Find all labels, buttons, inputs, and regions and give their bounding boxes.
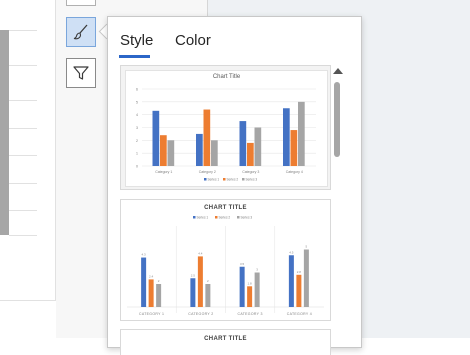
- category-label: CATEGORY 3: [238, 312, 263, 316]
- style-option-1[interactable]: Chart Title 0 1 2 3 4 5 6 Category 1 Category 2C…: [120, 65, 331, 190]
- row-line: [9, 30, 37, 31]
- data-label: 4.3: [142, 253, 147, 257]
- legend-swatch: [193, 216, 196, 219]
- legend-label: Series 3: [241, 216, 253, 220]
- bar: [203, 109, 211, 166]
- legend-label: Series 3: [246, 178, 258, 182]
- bar: [211, 140, 218, 166]
- bar: [303, 249, 309, 307]
- scroll-up-arrow-icon[interactable]: [333, 68, 343, 74]
- chart-elements-button[interactable]: [66, 0, 96, 6]
- row-line: [9, 210, 37, 211]
- chart-preview-2: Series 1 Series 2 Series 3 4.3 2.4 2 CATEGORY …: [127, 216, 324, 316]
- chart-styles-pane: Style Color Chart Title 0 1 2 3 4 5 6 Category …: [107, 16, 362, 355]
- data-label: 4.5: [289, 250, 294, 254]
- gallery-scrollbar[interactable]: [330, 66, 344, 346]
- worksheet-scrollbar[interactable]: [0, 30, 9, 235]
- category-label: Category 3: [242, 170, 259, 174]
- filter-icon: [73, 66, 89, 80]
- bar: [205, 284, 211, 307]
- data-label: 2.5: [191, 273, 196, 277]
- legend-label: Series 1: [197, 216, 209, 220]
- y-tick-label: 2: [136, 139, 138, 143]
- bar: [288, 255, 294, 307]
- chart-styles-button[interactable]: [66, 17, 96, 47]
- brush-icon: [73, 24, 88, 40]
- legend-swatch: [223, 178, 226, 181]
- y-tick-label: 3: [136, 126, 138, 130]
- bar: [239, 121, 247, 166]
- tab-color[interactable]: Color: [175, 32, 211, 49]
- style-gallery: Chart Title 0 1 2 3 4 5 6 Category 1 Category 2C…: [120, 65, 333, 355]
- worksheet-area: [0, 0, 56, 301]
- bar: [167, 140, 175, 166]
- style-option-2[interactable]: CHART TITLE Series 1 Series 2 Series 3 4.3 2…: [120, 199, 331, 321]
- bar: [190, 278, 196, 307]
- row-line: [9, 128, 37, 129]
- data-label: 2.4: [149, 274, 154, 278]
- data-label: 5: [306, 245, 308, 249]
- y-tick-label: 6: [136, 88, 138, 92]
- bar: [148, 279, 154, 307]
- bar: [283, 108, 290, 166]
- style-option-3[interactable]: CHART TITLE: [120, 329, 331, 355]
- bar: [247, 286, 253, 307]
- bar: [298, 101, 305, 166]
- legend-label: Series 2: [227, 178, 239, 182]
- data-label: 3.5: [240, 262, 245, 266]
- bar: [296, 274, 302, 307]
- category-label: CATEGORY 4: [287, 312, 312, 316]
- y-tick-label: 0: [136, 165, 138, 169]
- bar: [152, 110, 160, 166]
- legend-swatch: [242, 178, 245, 181]
- category-label: Category 4: [286, 170, 303, 174]
- legend-label: Series 1: [208, 178, 220, 182]
- y-tick-label: 1: [136, 152, 138, 156]
- chart-filters-button[interactable]: [66, 58, 96, 88]
- style-preview: Chart Title 0 1 2 3 4 5 6 Category 1 Category 2C…: [125, 70, 328, 187]
- row-line: [9, 155, 37, 156]
- chart-preview-1: 0 1 2 3 4 5 6 Category 1 Category 2 Category 3 Cat…: [136, 88, 316, 182]
- category-label: CATEGORY 1: [139, 312, 164, 316]
- bar: [141, 257, 147, 307]
- bar: [254, 127, 262, 166]
- y-tick-label: 4: [136, 113, 138, 117]
- row-line: [9, 100, 37, 101]
- data-label: 1.8: [248, 281, 253, 285]
- chart-title: CHART TITLE: [204, 336, 247, 342]
- data-label: 3: [256, 268, 258, 272]
- data-label: 4.4: [198, 251, 203, 255]
- bar: [254, 272, 260, 307]
- divider: [207, 0, 208, 17]
- legend-swatch: [204, 178, 207, 181]
- active-tab-indicator: [119, 55, 150, 58]
- legend-swatch: [215, 216, 218, 219]
- data-label: 2: [207, 279, 209, 283]
- row-line: [9, 183, 37, 184]
- y-tick-label: 5: [136, 100, 138, 104]
- legend-swatch: [237, 216, 240, 219]
- bar: [247, 142, 254, 166]
- category-label: CATEGORY 2: [188, 312, 213, 316]
- category-label: Category 2: [199, 170, 216, 174]
- data-label: 2.8: [297, 270, 302, 274]
- tab-style[interactable]: Style: [120, 32, 153, 49]
- bar: [290, 130, 298, 166]
- bar: [160, 135, 167, 166]
- bar: [197, 256, 203, 307]
- category-label: Category 1: [155, 170, 172, 174]
- scroll-thumb[interactable]: [334, 82, 340, 157]
- legend-label: Series 2: [219, 216, 231, 220]
- row-line: [9, 65, 37, 66]
- bar: [239, 266, 245, 307]
- bar: [196, 133, 203, 166]
- data-label: 2: [158, 279, 160, 283]
- row-line: [9, 235, 37, 236]
- bar: [156, 284, 162, 307]
